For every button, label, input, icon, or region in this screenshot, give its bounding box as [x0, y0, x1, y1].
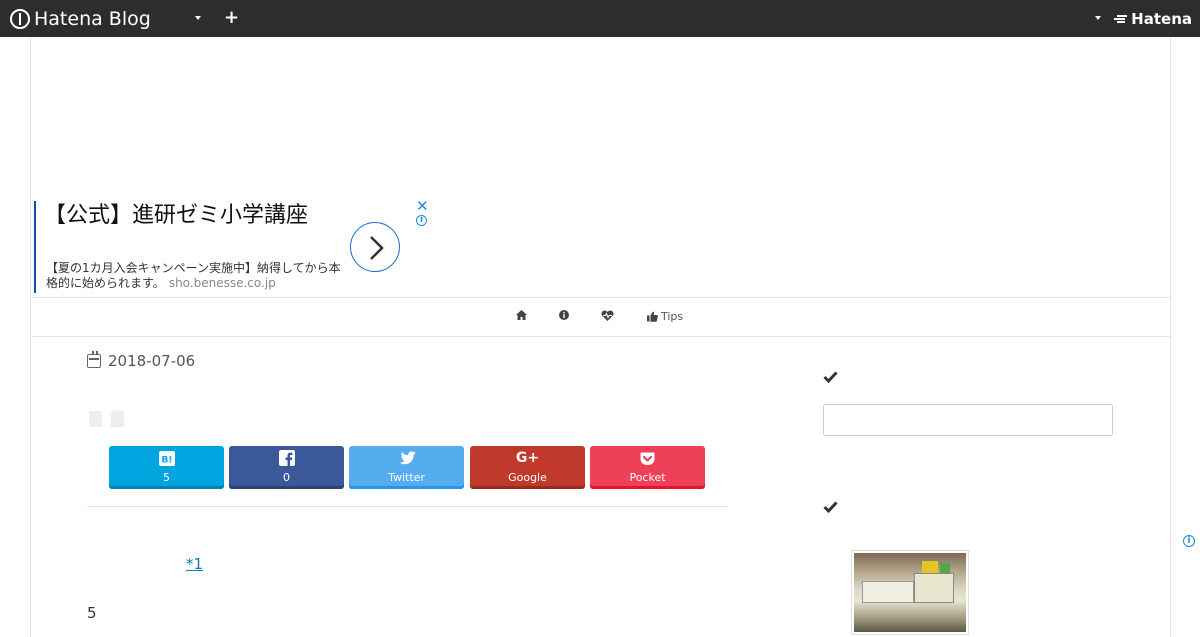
brand-name: Hatena Blog	[34, 8, 151, 30]
nav-about[interactable]	[559, 310, 569, 320]
hatena-logo[interactable]: Hatena	[1114, 10, 1192, 28]
article-date[interactable]: 2018-07-06	[87, 351, 196, 370]
hatena-bookmark-icon: B!	[109, 449, 224, 467]
ad-info-icon[interactable]: i	[1183, 535, 1195, 547]
info-icon	[559, 310, 569, 320]
nav-tips[interactable]: Tips	[647, 310, 683, 323]
plus-icon[interactable]: +	[224, 8, 239, 28]
google-plus-icon: G+	[515, 450, 540, 466]
nav-health[interactable]	[601, 310, 614, 321]
sidebar-search-input[interactable]	[823, 404, 1113, 436]
check-icon	[823, 369, 838, 387]
ad-info-icon[interactable]: i	[416, 215, 427, 226]
facebook-share-count: 0	[283, 471, 290, 484]
check-icon	[823, 499, 838, 517]
twitter-share-button[interactable]: Twitter	[349, 446, 464, 489]
ad-domain[interactable]: sho.benesse.co.jp	[169, 276, 276, 290]
pocket-icon	[590, 449, 705, 467]
home-icon	[516, 310, 527, 320]
ad-open-button[interactable]	[350, 222, 400, 272]
hatena-bookmark-button[interactable]: B! 5	[109, 446, 224, 489]
hatena-mark-icon	[1114, 14, 1128, 24]
hatena-blog-logo[interactable]: Hatena Blog	[10, 8, 151, 30]
facebook-icon	[229, 449, 344, 467]
nav-tips-label: Tips	[661, 310, 684, 323]
svg-text:B!: B!	[161, 455, 172, 465]
ad-close-icon[interactable]: ✕	[416, 199, 429, 214]
category-chip[interactable]	[89, 411, 102, 427]
recent-entry-thumbnail[interactable]	[851, 550, 969, 635]
hatena-blog-logo-icon	[10, 9, 30, 29]
thumbs-up-icon	[647, 311, 658, 322]
chevron-down-icon[interactable]	[195, 16, 201, 20]
pocket-share-label: Pocket	[629, 471, 666, 484]
google-share-button[interactable]: G+ Google	[470, 446, 585, 489]
device-photo	[854, 553, 966, 632]
ad-accent-bar	[34, 201, 36, 293]
article-divider	[87, 506, 727, 507]
article-date-text: 2018-07-06	[108, 352, 196, 370]
heartbeat-icon	[601, 310, 614, 321]
user-menu-chevron-icon[interactable]	[1095, 16, 1101, 20]
ad-banner[interactable]: 【公式】進研ゼミ小学講座 【夏の1カ月入会キャンペーン実施中】納得してから本格的…	[34, 199, 434, 294]
google-share-label: Google	[508, 471, 547, 484]
ad-title[interactable]: 【公式】進研ゼミ小学講座	[44, 201, 324, 230]
footnote-link[interactable]: *1	[186, 555, 203, 573]
hatena-label: Hatena	[1131, 10, 1192, 28]
twitter-icon	[349, 449, 464, 467]
ad-description: 【夏の1カ月入会キャンペーン実施中】納得してから本格的に始められます。 sho.b…	[46, 261, 346, 291]
blog-frame	[30, 37, 1171, 637]
twitter-share-label: Twitter	[388, 471, 425, 484]
chevron-right-icon	[370, 236, 384, 260]
calendar-icon	[87, 351, 101, 368]
global-nav: Tips	[30, 297, 1171, 337]
frame-guide-line	[1170, 337, 1171, 537]
article-body-text: 5	[87, 604, 97, 622]
pocket-share-button[interactable]: Pocket	[590, 446, 705, 489]
global-header: Hatena Blog + Hatena	[0, 0, 1200, 37]
facebook-share-button[interactable]: 0	[229, 446, 344, 489]
nav-home[interactable]	[516, 310, 527, 320]
category-chip[interactable]	[111, 411, 124, 427]
hatena-bookmark-count: 5	[163, 471, 170, 484]
